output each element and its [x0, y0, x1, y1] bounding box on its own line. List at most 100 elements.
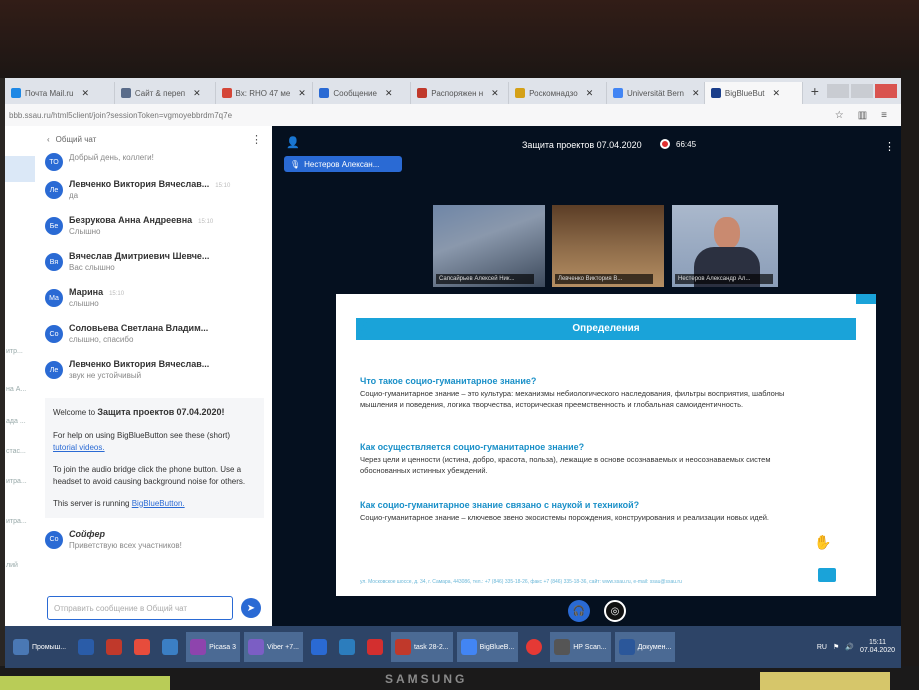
maximize-button[interactable]: [851, 84, 873, 98]
taskbar-item[interactable]: [522, 632, 546, 662]
slide-footer: ул. Московское шоссе, д. 34, г. Самара, …: [360, 579, 682, 585]
user-list-label[interactable]: итр...: [6, 348, 23, 355]
taskbar-item[interactable]: [307, 632, 331, 662]
favorites-icon[interactable]: ≡: [881, 110, 887, 121]
chat-message-input[interactable]: Отправить сообщение в Общий чат: [47, 596, 233, 620]
video-tile[interactable]: Нестеров Александр Ал...: [672, 205, 778, 287]
user-list-label[interactable]: ада ...: [6, 418, 26, 425]
flag-icon[interactable]: ⚑: [833, 643, 839, 651]
chat-message: Ле Левченко Виктория Вячеслав... 15:10 да: [35, 174, 272, 210]
address-bar[interactable]: bbb.ssau.ru/html5client/join?sessionToke…: [5, 104, 901, 127]
taskbar-item[interactable]: [130, 632, 154, 662]
chat-message: ТО Добрый день, коллеги!: [35, 146, 272, 174]
send-button[interactable]: ➤: [241, 598, 261, 618]
presenter-badge[interactable]: 🎙 Нестеров Алексан...: [284, 156, 402, 172]
screen-share-button[interactable]: ◎: [604, 600, 626, 622]
reading-list-icon[interactable]: ▥: [858, 110, 867, 121]
session-title: Защита проектов 07.04.2020: [522, 140, 642, 150]
browser-tab[interactable]: Распоряжен н ✕: [411, 82, 510, 104]
taskbar-item[interactable]: BigBlueB...: [456, 632, 519, 662]
back-icon[interactable]: ‹: [47, 135, 50, 144]
language-indicator[interactable]: RU: [817, 644, 827, 651]
slide-question: Как социо-гуманитарное знание связано с …: [360, 500, 640, 510]
close-icon[interactable]: ✕: [298, 88, 306, 99]
presenter-name: Нестеров Алексан...: [304, 159, 380, 169]
user-list-label[interactable]: стас...: [6, 448, 26, 455]
video-tile[interactable]: Левченко Виктория В...: [552, 205, 664, 287]
close-icon[interactable]: ✕: [491, 88, 499, 99]
message-text: звук не устойчивый: [69, 371, 142, 380]
raise-hand-icon[interactable]: ✋: [814, 534, 831, 551]
app-icon: [106, 639, 123, 655]
welcome-date: 07.04.2020!: [176, 407, 225, 417]
options-icon[interactable]: ⋮: [884, 140, 895, 153]
new-tab-button[interactable]: +: [803, 83, 827, 99]
close-icon[interactable]: ✕: [773, 88, 781, 99]
bigbluebutton-link[interactable]: BigBlueButton.: [132, 499, 185, 508]
video-tile[interactable]: Сапсайрьев Алексей Ник...: [433, 205, 545, 287]
desk-sticker-right: [760, 672, 890, 690]
monitor-screen: Почта Mail.ru ✕ Сайт & переп ✕ Вх: RHO 47 …: [5, 78, 901, 668]
emblem-icon: [515, 88, 526, 98]
slide-answer: Через цели и ценности (истина, добро, кр…: [360, 455, 771, 475]
user-list-label[interactable]: итра...: [6, 518, 27, 525]
clock[interactable]: 15:11 07.04.2020: [860, 639, 895, 656]
message-text: Вас слышно: [69, 263, 115, 272]
taskbar-item[interactable]: Промыш...: [9, 632, 70, 662]
camera-icon: ◎: [610, 605, 620, 617]
taskbar-item[interactable]: [363, 632, 387, 662]
taskbar-item[interactable]: HP Scan...: [550, 632, 611, 662]
recording-indicator[interactable]: [660, 139, 670, 149]
taskbar-item[interactable]: [335, 632, 359, 662]
sender-name: Марина: [69, 287, 104, 297]
taskbar-item[interactable]: [102, 632, 126, 662]
browser-tab-active[interactable]: BigBlueBut ✕: [704, 82, 803, 104]
taskbar-item[interactable]: task 28-2...: [390, 632, 453, 662]
close-icon[interactable]: ✕: [385, 88, 393, 99]
site-icon: [120, 88, 131, 98]
tab-label: Распоряжен н: [431, 88, 484, 98]
chat-message: Вя Вячеслав Дмитриевич Шевче... Вас слышн…: [35, 246, 272, 282]
browser-tab[interactable]: Сайт & переп ✕: [115, 82, 216, 104]
slide-question: Что такое социо-гуманитарное знание?: [360, 376, 537, 386]
window-controls: [827, 84, 901, 98]
browser-tab[interactable]: Роскомнадзо ✕: [509, 82, 608, 104]
audio-button[interactable]: 🎧: [568, 600, 590, 622]
volume-icon[interactable]: 🔊: [845, 643, 854, 651]
tutorial-link[interactable]: tutorial videos.: [53, 443, 105, 452]
browser-tab[interactable]: Вх: RHO 47 ме ✕: [216, 82, 314, 104]
taskbar-item[interactable]: Viber +7...: [243, 632, 303, 662]
taskbar-item[interactable]: [74, 632, 98, 662]
message-icon: [319, 88, 330, 98]
app-icon: [338, 639, 355, 655]
user-list-label[interactable]: лий: [6, 562, 18, 569]
taskbar-label: HP Scan...: [573, 643, 607, 651]
chat-options-icon[interactable]: ⋮: [251, 133, 262, 146]
browser-tab[interactable]: Почта Mail.ru ✕: [5, 82, 115, 104]
message-time: 15:10: [198, 219, 214, 225]
google-icon: [613, 88, 624, 98]
document-icon: [417, 88, 428, 98]
close-icon[interactable]: ✕: [193, 88, 201, 99]
taskbar-item[interactable]: Picasa 3: [186, 632, 240, 662]
star-icon[interactable]: ☆: [835, 110, 844, 121]
browser-tab[interactable]: Сообщение ✕: [313, 82, 412, 104]
taskbar-item[interactable]: Докумен...: [614, 632, 676, 662]
user-icon[interactable]: 👤: [286, 136, 300, 149]
close-icon[interactable]: ✕: [586, 88, 594, 99]
close-icon[interactable]: ✕: [81, 88, 89, 99]
close-icon[interactable]: ✕: [692, 88, 700, 99]
windows-taskbar: Промыш... Picasa 3 Viber +7... task 28-2…: [5, 626, 901, 668]
message-text: да: [69, 191, 79, 200]
presentation-slide: Определения § Что такое социо-гуманитарн…: [336, 294, 876, 596]
user-list-label[interactable]: итра...: [6, 478, 27, 485]
minimize-button[interactable]: [827, 84, 849, 98]
taskbar-item[interactable]: [158, 632, 182, 662]
chat-message: Бе Безрукова Анна Андреевна 15:10 Слышно: [35, 210, 272, 246]
selected-chat-indicator[interactable]: [5, 156, 35, 182]
browser-tab[interactable]: Universität Bern ✕: [607, 82, 705, 104]
user-list-label[interactable]: на А...: [6, 386, 26, 393]
slide-minimize-button[interactable]: [856, 294, 876, 304]
slide-volume-icon[interactable]: [818, 568, 836, 582]
close-window-button[interactable]: [875, 84, 897, 98]
